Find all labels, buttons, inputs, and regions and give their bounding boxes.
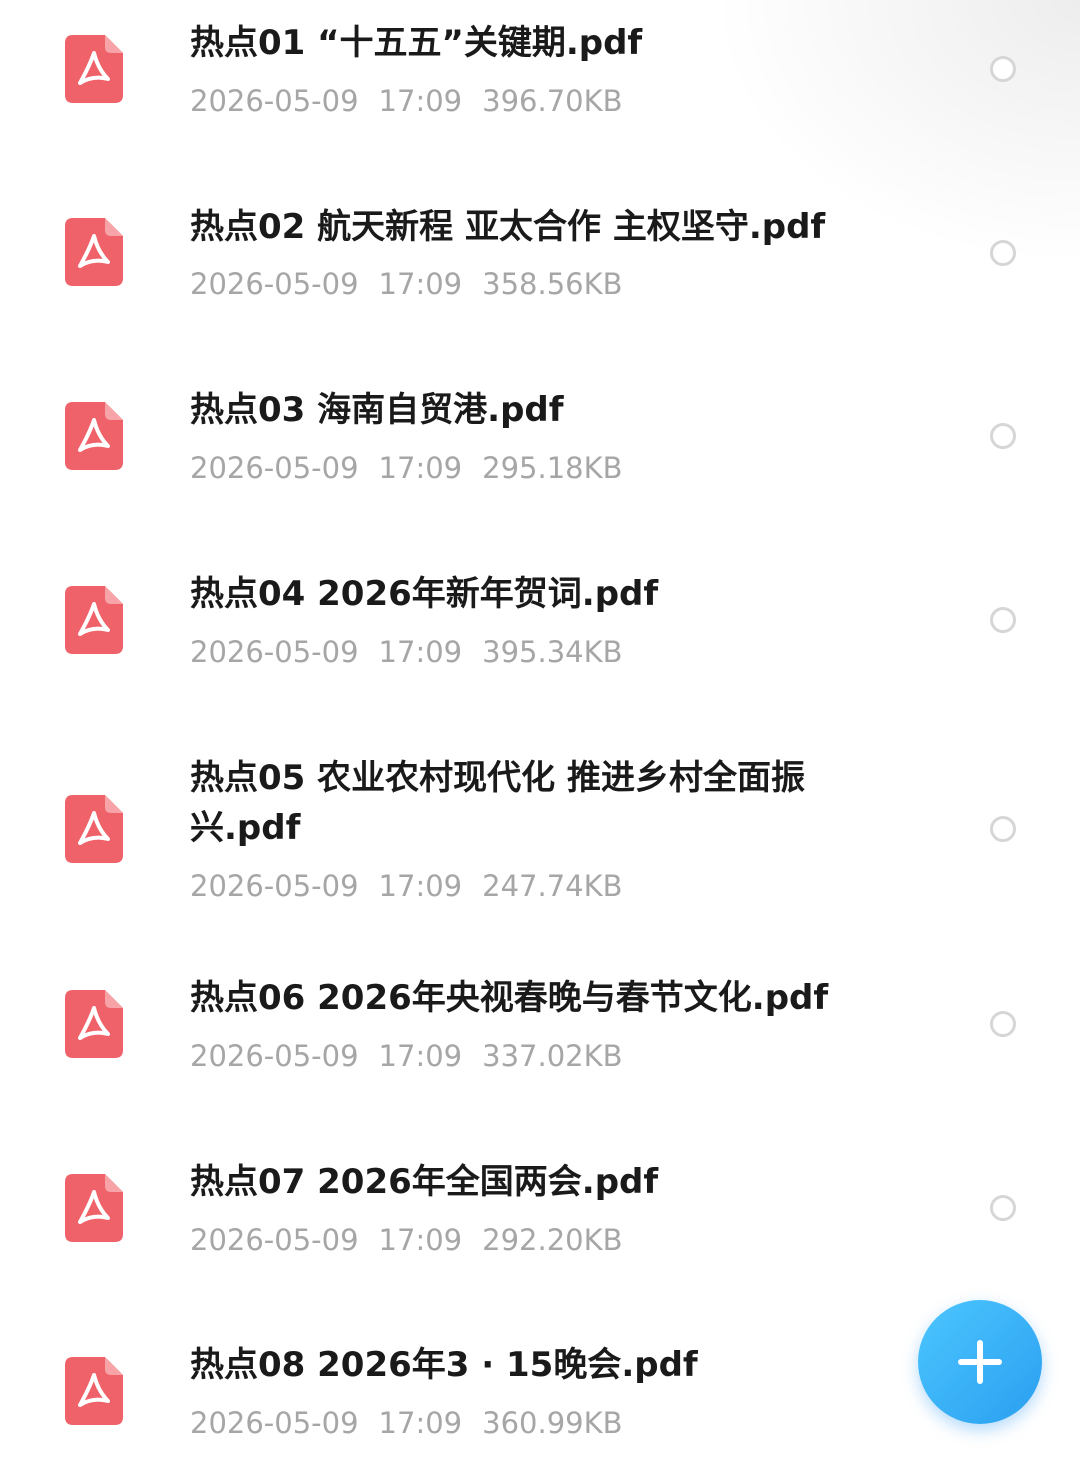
file-time: 17:09 [378,869,463,903]
file-date: 2026-05-09 [190,635,359,669]
file-time: 17:09 [378,1039,463,1073]
file-name: 热点01 “十五五”关键期.pdf [190,23,643,63]
file-date: 2026-05-09 [190,1406,359,1440]
select-radio[interactable] [990,1011,1016,1037]
file-meta: 2026-05-09 17:09 360.99KB [190,1403,623,1443]
file-time: 17:09 [378,84,463,118]
file-date: 2026-05-09 [190,451,359,485]
file-time: 17:09 [378,1406,463,1440]
file-size: 360.99KB [482,1406,623,1440]
file-name: 热点02 航天新程 亚太合作 主权坚守.pdf [190,207,826,247]
file-size: 396.70KB [482,84,623,118]
file-time: 17:09 [378,1223,463,1257]
file-date: 2026-05-09 [190,869,359,903]
file-date: 2026-05-09 [190,1039,359,1073]
pdf-icon [65,402,123,470]
file-date: 2026-05-09 [190,84,359,118]
pdf-icon [65,795,123,863]
plus-icon-vertical [977,1340,983,1384]
file-date: 2026-05-09 [190,1223,359,1257]
file-meta: 2026-05-09 17:09 292.20KB [190,1220,623,1260]
select-radio[interactable] [990,816,1016,842]
pdf-icon [65,586,123,654]
file-meta: 2026-05-09 17:09 295.18KB [190,448,623,488]
file-meta: 2026-05-09 17:09 358.56KB [190,264,623,304]
file-date: 2026-05-09 [190,267,359,301]
pdf-icon [65,218,123,286]
select-radio[interactable] [990,423,1016,449]
file-meta: 2026-05-09 17:09 247.74KB [190,866,623,906]
file-time: 17:09 [378,451,463,485]
file-name: 热点04 2026年新年贺词.pdf [190,574,659,614]
file-size: 295.18KB [482,451,623,485]
file-name: 热点03 海南自贸港.pdf [190,390,564,430]
file-size: 395.34KB [482,635,623,669]
pdf-icon [65,1174,123,1242]
file-size: 247.74KB [482,869,623,903]
file-name: 热点05 农业农村现代化 推进乡村全面振兴.pdf [190,758,805,848]
file-meta: 2026-05-09 17:09 396.70KB [190,81,623,121]
file-name: 热点08 2026年3 · 15晚会.pdf [190,1345,698,1385]
select-radio[interactable] [990,56,1016,82]
select-radio[interactable] [990,1195,1016,1221]
select-radio[interactable] [990,607,1016,633]
file-size: 337.02KB [482,1039,623,1073]
file-name: 热点06 2026年央视春晚与春节文化.pdf [190,978,829,1018]
file-name: 热点07 2026年全国两会.pdf [190,1162,659,1202]
file-time: 17:09 [378,267,463,301]
file-meta: 2026-05-09 17:09 337.02KB [190,1036,623,1076]
select-radio[interactable] [990,240,1016,266]
pdf-icon [65,990,123,1058]
file-size: 292.20KB [482,1223,623,1257]
file-meta: 2026-05-09 17:09 395.34KB [190,632,623,672]
file-time: 17:09 [378,635,463,669]
add-button[interactable] [918,1300,1042,1424]
pdf-icon [65,35,123,103]
file-size: 358.56KB [482,267,623,301]
pdf-icon [65,1357,123,1425]
